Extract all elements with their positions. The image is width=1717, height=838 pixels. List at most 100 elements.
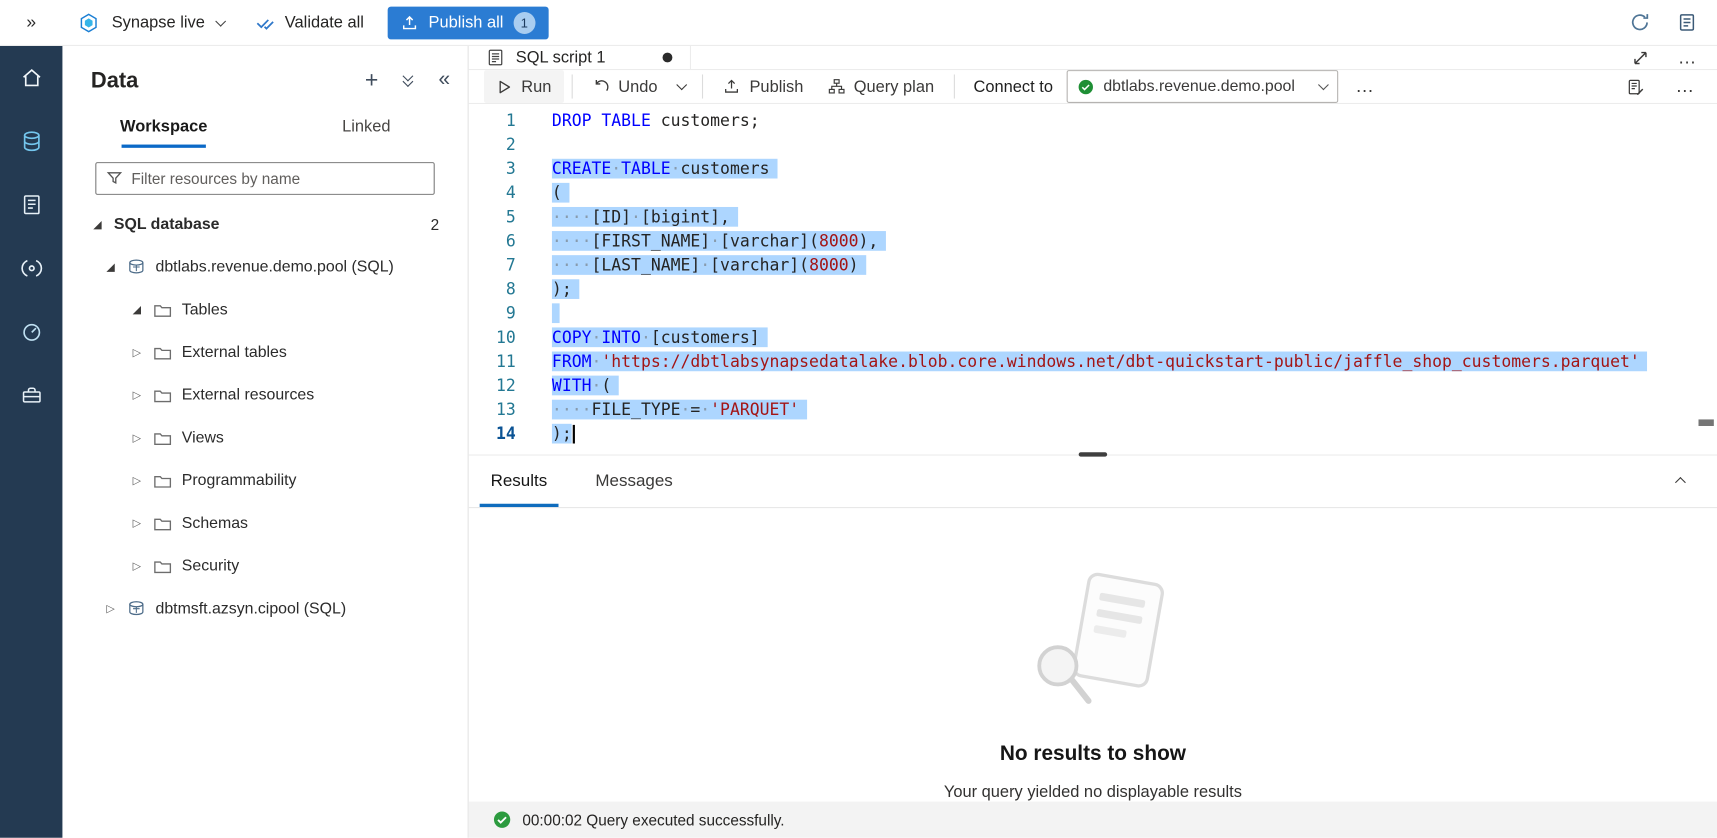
publish-icon <box>401 14 419 32</box>
topbar-actions <box>1630 12 1717 33</box>
query-plan-button[interactable]: Query plan <box>815 70 946 103</box>
code-line[interactable]: ····[LAST_NAME]·[varchar](8000) <box>552 253 1648 277</box>
tree-item[interactable]: ▷ Views <box>62 417 467 460</box>
tree-item[interactable]: ◢SQL database2 <box>62 203 467 246</box>
collapse-twisty-icon[interactable]: ◢ <box>128 304 146 316</box>
expand-twisty-icon[interactable]: ▷ <box>128 517 146 529</box>
nav-manage[interactable] <box>0 364 62 428</box>
query-plan-label: Query plan <box>854 77 934 96</box>
publish-all-button[interactable]: Publish all 1 <box>388 6 548 39</box>
line-number: 8 <box>469 277 552 301</box>
tree-item-label: SQL database <box>114 216 220 234</box>
validate-all-button[interactable]: Validate all <box>240 0 379 45</box>
expand-twisty-icon[interactable]: ▷ <box>128 432 146 444</box>
properties-icon[interactable] <box>1626 77 1645 96</box>
tree-item[interactable]: ▷ Programmability <box>62 459 467 502</box>
filter-input[interactable] <box>131 169 423 187</box>
code-line[interactable]: WITH·( <box>552 373 1648 397</box>
tab-linked[interactable]: Linked <box>265 107 468 148</box>
tree-item[interactable]: ▷Schemas <box>62 502 467 545</box>
filter-box <box>95 162 434 195</box>
code-line[interactable]: COPY·INTO·[customers] <box>552 325 1648 349</box>
mode-selector[interactable]: Synapse live <box>62 0 239 45</box>
chevron-down-icon <box>677 79 688 90</box>
tree-item-label: Views <box>182 429 224 447</box>
tree-item[interactable]: ◢dbtlabs.revenue.demo.pool (SQL) <box>62 246 467 289</box>
collapse-all-icon[interactable] <box>405 75 413 85</box>
expand-twisty-icon[interactable]: ▷ <box>128 389 146 401</box>
tab-messages[interactable]: Messages <box>584 456 683 507</box>
code-line[interactable]: ····FILE_TYPE·=·'PARQUET' <box>552 398 1648 422</box>
code-line[interactable]: ( <box>552 181 1648 205</box>
monitor-icon <box>19 320 43 344</box>
tab-results[interactable]: Results <box>480 456 559 507</box>
connect-to-label: Connect to <box>974 77 1053 96</box>
line-number: 2 <box>469 133 552 157</box>
release-notes-icon[interactable] <box>1677 12 1698 33</box>
tree-item-label: Programmability <box>182 472 297 490</box>
code-line[interactable]: ); <box>552 277 1648 301</box>
tree-item-label: External resources <box>182 387 314 405</box>
code-line[interactable]: DROP TABLE customers; <box>552 108 1648 132</box>
expand-twisty-icon[interactable]: ▷ <box>128 347 146 359</box>
folder-icon <box>153 557 172 576</box>
data-panel-header: Data + « <box>62 46 467 96</box>
tab-more-icon[interactable]: … <box>1678 47 1698 69</box>
panel-title: Data <box>91 68 138 93</box>
code-line[interactable] <box>552 133 1648 157</box>
sql-editor[interactable]: 1234567891011121314 DROP TABLE customers… <box>469 104 1717 454</box>
connect-pool-dropdown[interactable]: dbtlabs.revenue.demo.pool <box>1066 70 1338 103</box>
expand-rail-icon[interactable]: » <box>0 13 62 33</box>
tree-item[interactable]: ▷External tables <box>62 331 467 374</box>
editor-code[interactable]: DROP TABLE customers; CREATE·TABLE·custom… <box>552 104 1648 454</box>
collapse-results-icon[interactable] <box>1677 471 1717 491</box>
nav-develop[interactable] <box>0 173 62 237</box>
panel-resize-handle[interactable] <box>1079 452 1107 456</box>
nav-monitor[interactable] <box>0 300 62 364</box>
tree-item[interactable]: ▷Security <box>62 545 467 588</box>
run-button[interactable]: Run <box>484 70 563 103</box>
publish-button[interactable]: Publish <box>711 70 815 103</box>
divider <box>571 74 572 98</box>
toolbar-right-more-icon[interactable]: … <box>1676 76 1696 98</box>
nav-home[interactable] <box>0 46 62 110</box>
chevron-down-icon <box>1317 79 1328 90</box>
collapse-twisty-icon[interactable]: ◢ <box>89 218 107 230</box>
publish-all-label: Publish all <box>429 13 504 32</box>
code-line[interactable]: ····[FIRST_NAME]·[varchar](8000), <box>552 229 1648 253</box>
integrate-icon <box>19 256 43 280</box>
undo-button[interactable]: Undo <box>580 70 670 103</box>
tree-item[interactable]: ▷ External resources <box>62 374 467 417</box>
pool-value: dbtlabs.revenue.demo.pool <box>1103 78 1309 96</box>
add-resource-icon[interactable]: + <box>365 68 378 91</box>
expand-twisty-icon[interactable]: ▷ <box>128 560 146 572</box>
refresh-icon[interactable] <box>1630 12 1651 33</box>
undo-label: Undo <box>618 77 657 96</box>
tree-item[interactable]: ▷ dbtmsft.azsyn.cipool (SQL) <box>62 588 467 631</box>
tree-item[interactable]: ◢ Tables <box>62 289 467 332</box>
code-line[interactable] <box>552 301 1648 325</box>
tree-item-label: Tables <box>182 301 228 319</box>
divider <box>702 74 703 98</box>
connected-check-icon <box>1077 78 1093 94</box>
code-line[interactable]: ); <box>552 422 1648 446</box>
synapse-studio-window: » Synapse live Validate all Publish all … <box>0 0 1717 838</box>
code-line[interactable]: FROM·'https://dbtlabsynapsedatalake.blob… <box>552 349 1648 373</box>
nav-data[interactable] <box>0 110 62 174</box>
toolbar-more-icon[interactable]: … <box>1355 76 1375 98</box>
manage-icon <box>19 383 43 407</box>
nav-integrate[interactable] <box>0 237 62 301</box>
folder-icon <box>153 301 172 320</box>
undo-dropdown-button[interactable] <box>670 70 695 103</box>
expand-twisty-icon[interactable]: ▷ <box>102 603 120 615</box>
tab-workspace[interactable]: Workspace <box>62 107 265 148</box>
code-line[interactable]: CREATE·TABLE·customers <box>552 157 1648 181</box>
expand-twisty-icon[interactable]: ▷ <box>128 475 146 487</box>
collapse-twisty-icon[interactable]: ◢ <box>102 261 120 273</box>
collapse-panel-icon[interactable]: « <box>439 68 451 92</box>
tree-item-label: dbtmsft.azsyn.cipool (SQL) <box>156 600 347 618</box>
tab-sql-script-1[interactable]: SQL script 1 <box>469 46 691 69</box>
code-line[interactable]: ····[ID]·[bigint], <box>552 205 1648 229</box>
editor-gutter: 1234567891011121314 <box>469 104 552 454</box>
expand-editor-icon[interactable] <box>1632 49 1650 67</box>
